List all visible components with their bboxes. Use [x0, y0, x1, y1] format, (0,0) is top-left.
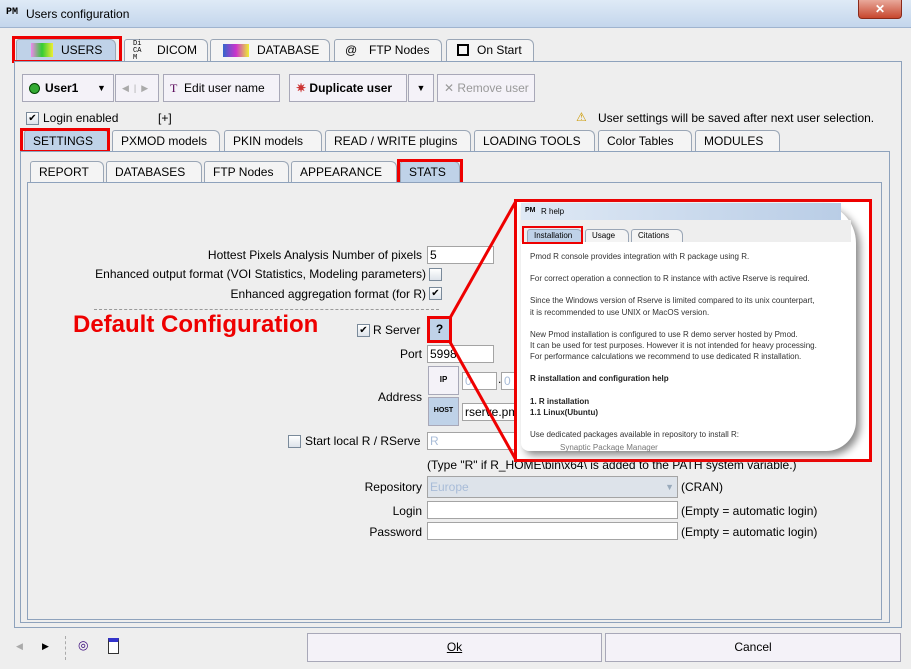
r-help-title: R help [541, 207, 565, 216]
tab-usage[interactable]: Usage [585, 229, 629, 242]
tab-citations[interactable]: Citations [631, 229, 683, 242]
button-label: Cancel [734, 640, 772, 654]
button-label: Ok [446, 640, 463, 654]
highlight-installation [522, 226, 583, 244]
cancel-button[interactable]: Cancel [605, 633, 901, 662]
help-line: New Pmod installation is configured to u… [530, 329, 798, 339]
r-help-window: PM R help Installation Usage Citations P… [521, 203, 856, 452]
help-paragraph: Use dedicated packages available in repo… [530, 430, 740, 440]
help-paragraph: Pmod R console provides integration with… [530, 252, 750, 261]
help-line: Since the Windows version of Rserve is l… [530, 296, 815, 306]
r-help-content: Pmod R console provides integration with… [530, 251, 850, 464]
callout-line-bottom [448, 341, 518, 461]
help-line: For performance calculations we recommen… [530, 352, 802, 362]
help-heading: 1. R installation [530, 396, 590, 406]
callout-line-top [448, 200, 518, 319]
screenshot-icon[interactable]: ◎ [78, 638, 88, 652]
help-heading: 1.1 Linux(Ubuntu) [530, 407, 598, 417]
divider [65, 636, 66, 660]
help-paragraph: Synaptic Package Manager [560, 443, 658, 453]
app-icon: PM [525, 207, 536, 214]
help-line: It can be used for test purposes. Howeve… [530, 341, 817, 351]
help-line: it is recommended to use UNIX or MacOS v… [530, 307, 710, 317]
help-heading: R installation and configuration help [530, 374, 669, 384]
help-paragraph: For correct operation a connection to R … [530, 274, 810, 284]
r-help-titlebar [521, 203, 841, 220]
back-icon[interactable]: ◀ [16, 641, 23, 652]
window-icon[interactable] [108, 638, 119, 654]
forward-icon[interactable]: ▶ [42, 641, 49, 652]
ok-button[interactable]: Ok [307, 633, 602, 662]
